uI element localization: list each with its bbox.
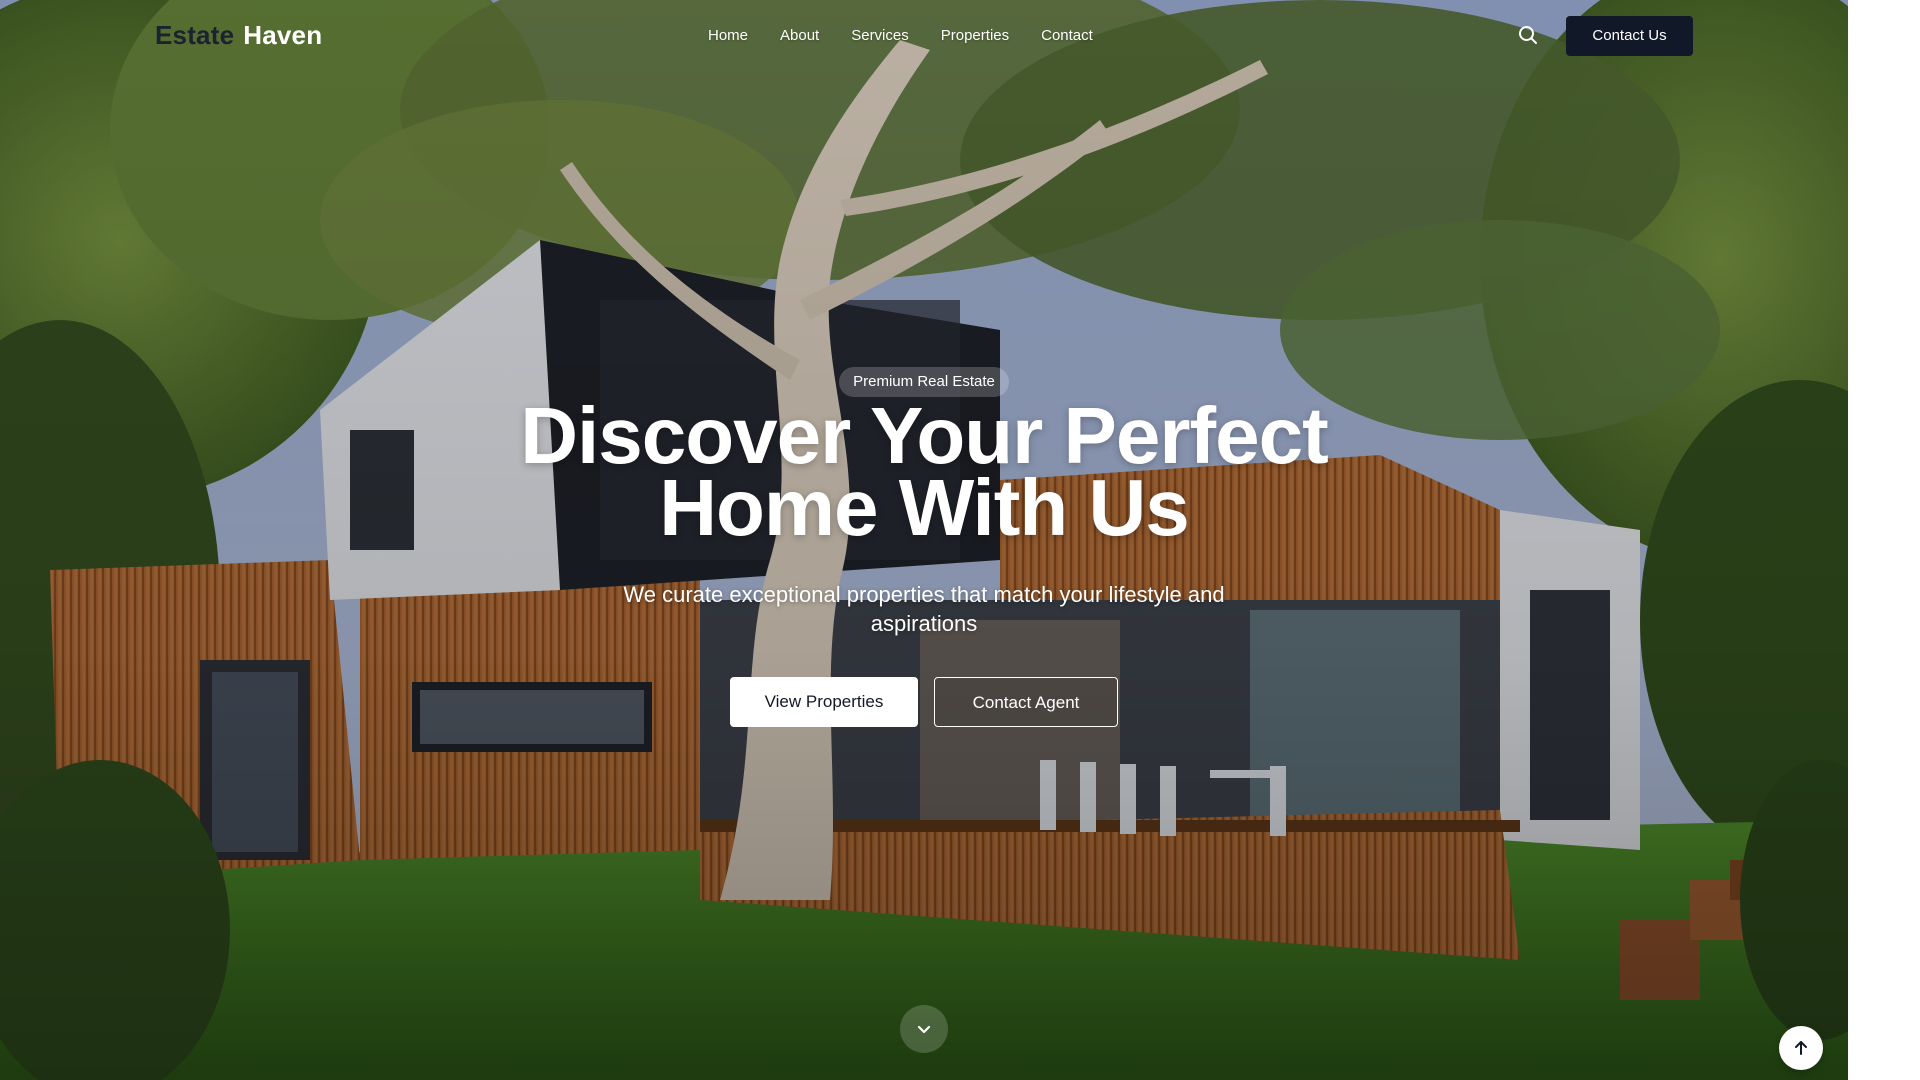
hero-subheadline: We curate exceptional properties that ma…: [623, 582, 1225, 636]
hero-section: Estate Haven Home About Services Properti…: [0, 0, 1848, 1080]
view-properties-button[interactable]: View Properties: [730, 677, 918, 727]
hero-headline: Discover Your Perfect Home With Us: [424, 396, 1424, 548]
chevron-down-icon: [917, 1025, 931, 1034]
hero-headline-line2: Home With Us: [659, 463, 1190, 552]
back-to-top-button[interactable]: [1779, 1026, 1823, 1070]
hero-content: Premium Real Estate Discover Your Perfec…: [0, 0, 1848, 1080]
contact-agent-button[interactable]: Contact Agent: [934, 677, 1118, 727]
page-scrollbar-track[interactable]: [1848, 0, 1920, 1080]
scroll-down-button[interactable]: [900, 1005, 948, 1053]
arrow-up-icon: [1795, 1041, 1807, 1055]
